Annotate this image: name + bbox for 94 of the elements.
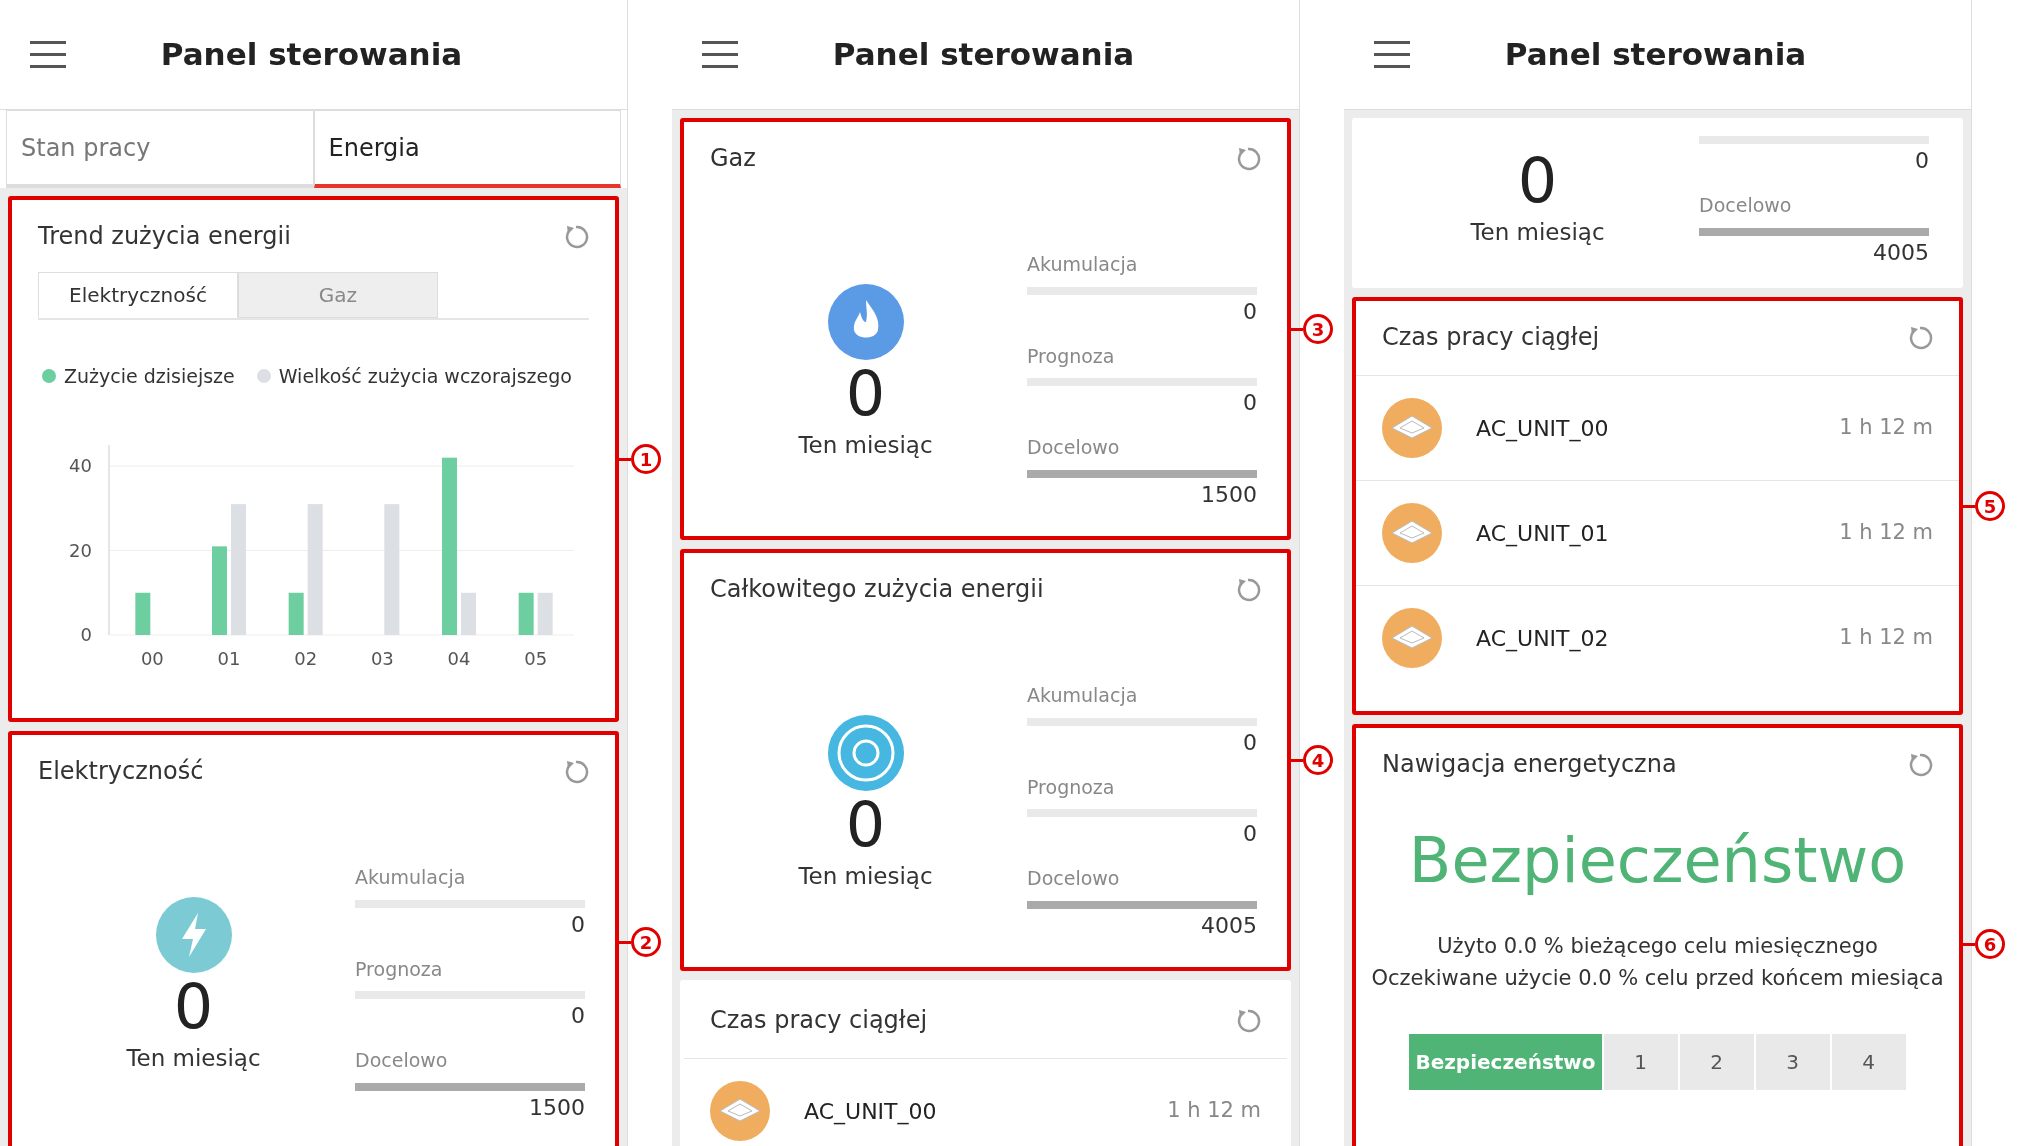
- meter-label: Akumulacja: [355, 865, 467, 890]
- card-title: Całkowitego zużycia energii: [710, 574, 1044, 605]
- refresh-icon[interactable]: [563, 758, 589, 784]
- air-conditioner-icon: [1382, 398, 1442, 458]
- card-title: Czas pracy ciągłej: [1382, 322, 1600, 353]
- axis-label: 40: [68, 454, 92, 476]
- meter-reading: 0: [1242, 297, 1257, 326]
- level-button[interactable]: 3: [1755, 1034, 1830, 1090]
- meter-reading: 4005: [1872, 238, 1929, 267]
- level-button[interactable]: 1: [1603, 1034, 1678, 1090]
- meter-label: Akumulacja: [1027, 252, 1139, 277]
- card-title: Trend zużycia energii: [38, 221, 291, 252]
- unit-name: AC_UNIT_01: [1476, 519, 1610, 549]
- big-value: 0: [845, 359, 886, 429]
- level-button[interactable]: 2: [1679, 1034, 1754, 1090]
- meter-label: Akumulacja: [1027, 683, 1139, 708]
- axis-label: 02: [293, 647, 317, 669]
- runtime-value: 1 h 12 m: [1839, 624, 1933, 652]
- big-value: 0: [845, 790, 886, 860]
- card-title: Czas pracy ciągłej: [710, 1005, 928, 1036]
- bar: [537, 592, 553, 635]
- flame-icon: [827, 283, 904, 360]
- refresh-icon[interactable]: [1235, 576, 1261, 602]
- meter-reading: 1500: [1200, 480, 1257, 509]
- legend-label: Zużycie dzisiejsze: [64, 364, 235, 389]
- runtime-value: 1 h 12 m: [1839, 519, 1933, 547]
- status-description: Oczekiwane użycie 0.0 % celu przed końcem miesiąca: [1370, 964, 1945, 992]
- list-item[interactable]: AC_UNIT_00 1 h 12 m: [1356, 375, 1959, 480]
- refresh-icon[interactable]: [1235, 1007, 1261, 1033]
- runtime-value: 1 h 12 m: [1839, 414, 1933, 442]
- menu-icon[interactable]: [30, 39, 66, 70]
- tab[interactable]: Energia: [313, 110, 621, 188]
- card-title: Nawigacja energetyczna: [1382, 749, 1677, 780]
- axis-label: 03: [370, 647, 394, 669]
- screen-title: Panel sterowania: [831, 35, 1136, 75]
- bar: [460, 592, 476, 635]
- list-item[interactable]: AC_UNIT_01 1 h 12 m: [1356, 480, 1959, 585]
- axis-label: 01: [217, 647, 240, 669]
- meter-reading: 0: [1242, 820, 1257, 848]
- ring-icon: [827, 714, 904, 791]
- refresh-icon[interactable]: [1907, 324, 1933, 350]
- tab[interactable]: Stan pracy: [6, 110, 314, 188]
- unit-name: AC_UNIT_02: [1476, 624, 1610, 654]
- meter-label: Docelowo: [1027, 435, 1121, 460]
- meter-reading: 0: [1242, 728, 1257, 757]
- meter-reading: 0: [1242, 389, 1257, 417]
- status-description: Użyto 0.0 % bieżącego celu miesięcznego: [1436, 933, 1879, 960]
- axis-label: 20: [68, 539, 92, 561]
- meter-reading: 1500: [528, 1093, 585, 1122]
- period-label: Ten miesiąc: [798, 431, 933, 461]
- card-title: Gaz: [710, 143, 756, 174]
- meter-label: Prognoza: [1027, 774, 1116, 800]
- runtime-value: 1 h 12 m: [1167, 1097, 1261, 1125]
- big-value: 0: [173, 972, 214, 1042]
- period-label: Ten miesiąc: [798, 862, 933, 892]
- big-value: 0: [1517, 146, 1558, 216]
- air-conditioner-icon: [1382, 503, 1442, 563]
- menu-icon[interactable]: [1374, 39, 1410, 70]
- meter-label: Docelowo: [1027, 866, 1121, 891]
- level-button[interactable]: 4: [1831, 1034, 1906, 1090]
- refresh-icon[interactable]: [1235, 145, 1261, 171]
- bar: [288, 592, 304, 635]
- list-item[interactable]: AC_UNIT_02 1 h 12 m: [1356, 585, 1959, 690]
- refresh-icon[interactable]: [563, 223, 589, 249]
- meter-label: Prognoza: [355, 956, 444, 982]
- meter-reading: 0: [570, 910, 585, 939]
- card-title: Elektryczność: [38, 756, 204, 787]
- period-label: Ten miesiąc: [1470, 218, 1605, 248]
- list-item[interactable]: AC_UNIT_00 1 h 12 m: [684, 1058, 1287, 1146]
- status-text: Bezpieczeństwo: [1407, 823, 1908, 899]
- meter-label: Docelowo: [355, 1048, 449, 1073]
- axis-label: 0: [80, 623, 92, 645]
- air-conditioner-icon: [1382, 608, 1442, 668]
- refresh-icon[interactable]: [1907, 751, 1933, 777]
- bar: [134, 592, 150, 635]
- meter-label: Docelowo: [1699, 193, 1793, 218]
- axis-label: 05: [523, 647, 547, 669]
- meter-reading: 4005: [1200, 911, 1257, 940]
- menu-icon[interactable]: [702, 39, 738, 70]
- axis-label: 04: [447, 647, 470, 669]
- legend-label: Wielkość zużycia wczorajszego: [278, 364, 572, 389]
- meter-reading: 0: [570, 1002, 585, 1030]
- meter-label: Prognoza: [1027, 343, 1116, 369]
- unit-name: AC_UNIT_00: [804, 1097, 938, 1127]
- lightning-icon: [155, 896, 232, 973]
- unit-name: AC_UNIT_00: [1476, 414, 1610, 444]
- air-conditioner-icon: [710, 1081, 770, 1141]
- axis-label: 00: [140, 647, 164, 669]
- bar: [518, 592, 534, 635]
- meter-reading: 0: [1914, 147, 1929, 175]
- tab[interactable]: Elektryczność: [38, 272, 238, 318]
- screen-title: Panel sterowania: [159, 35, 464, 75]
- period-label: Ten miesiąc: [126, 1044, 261, 1074]
- screen-title: Panel sterowania: [1503, 35, 1808, 75]
